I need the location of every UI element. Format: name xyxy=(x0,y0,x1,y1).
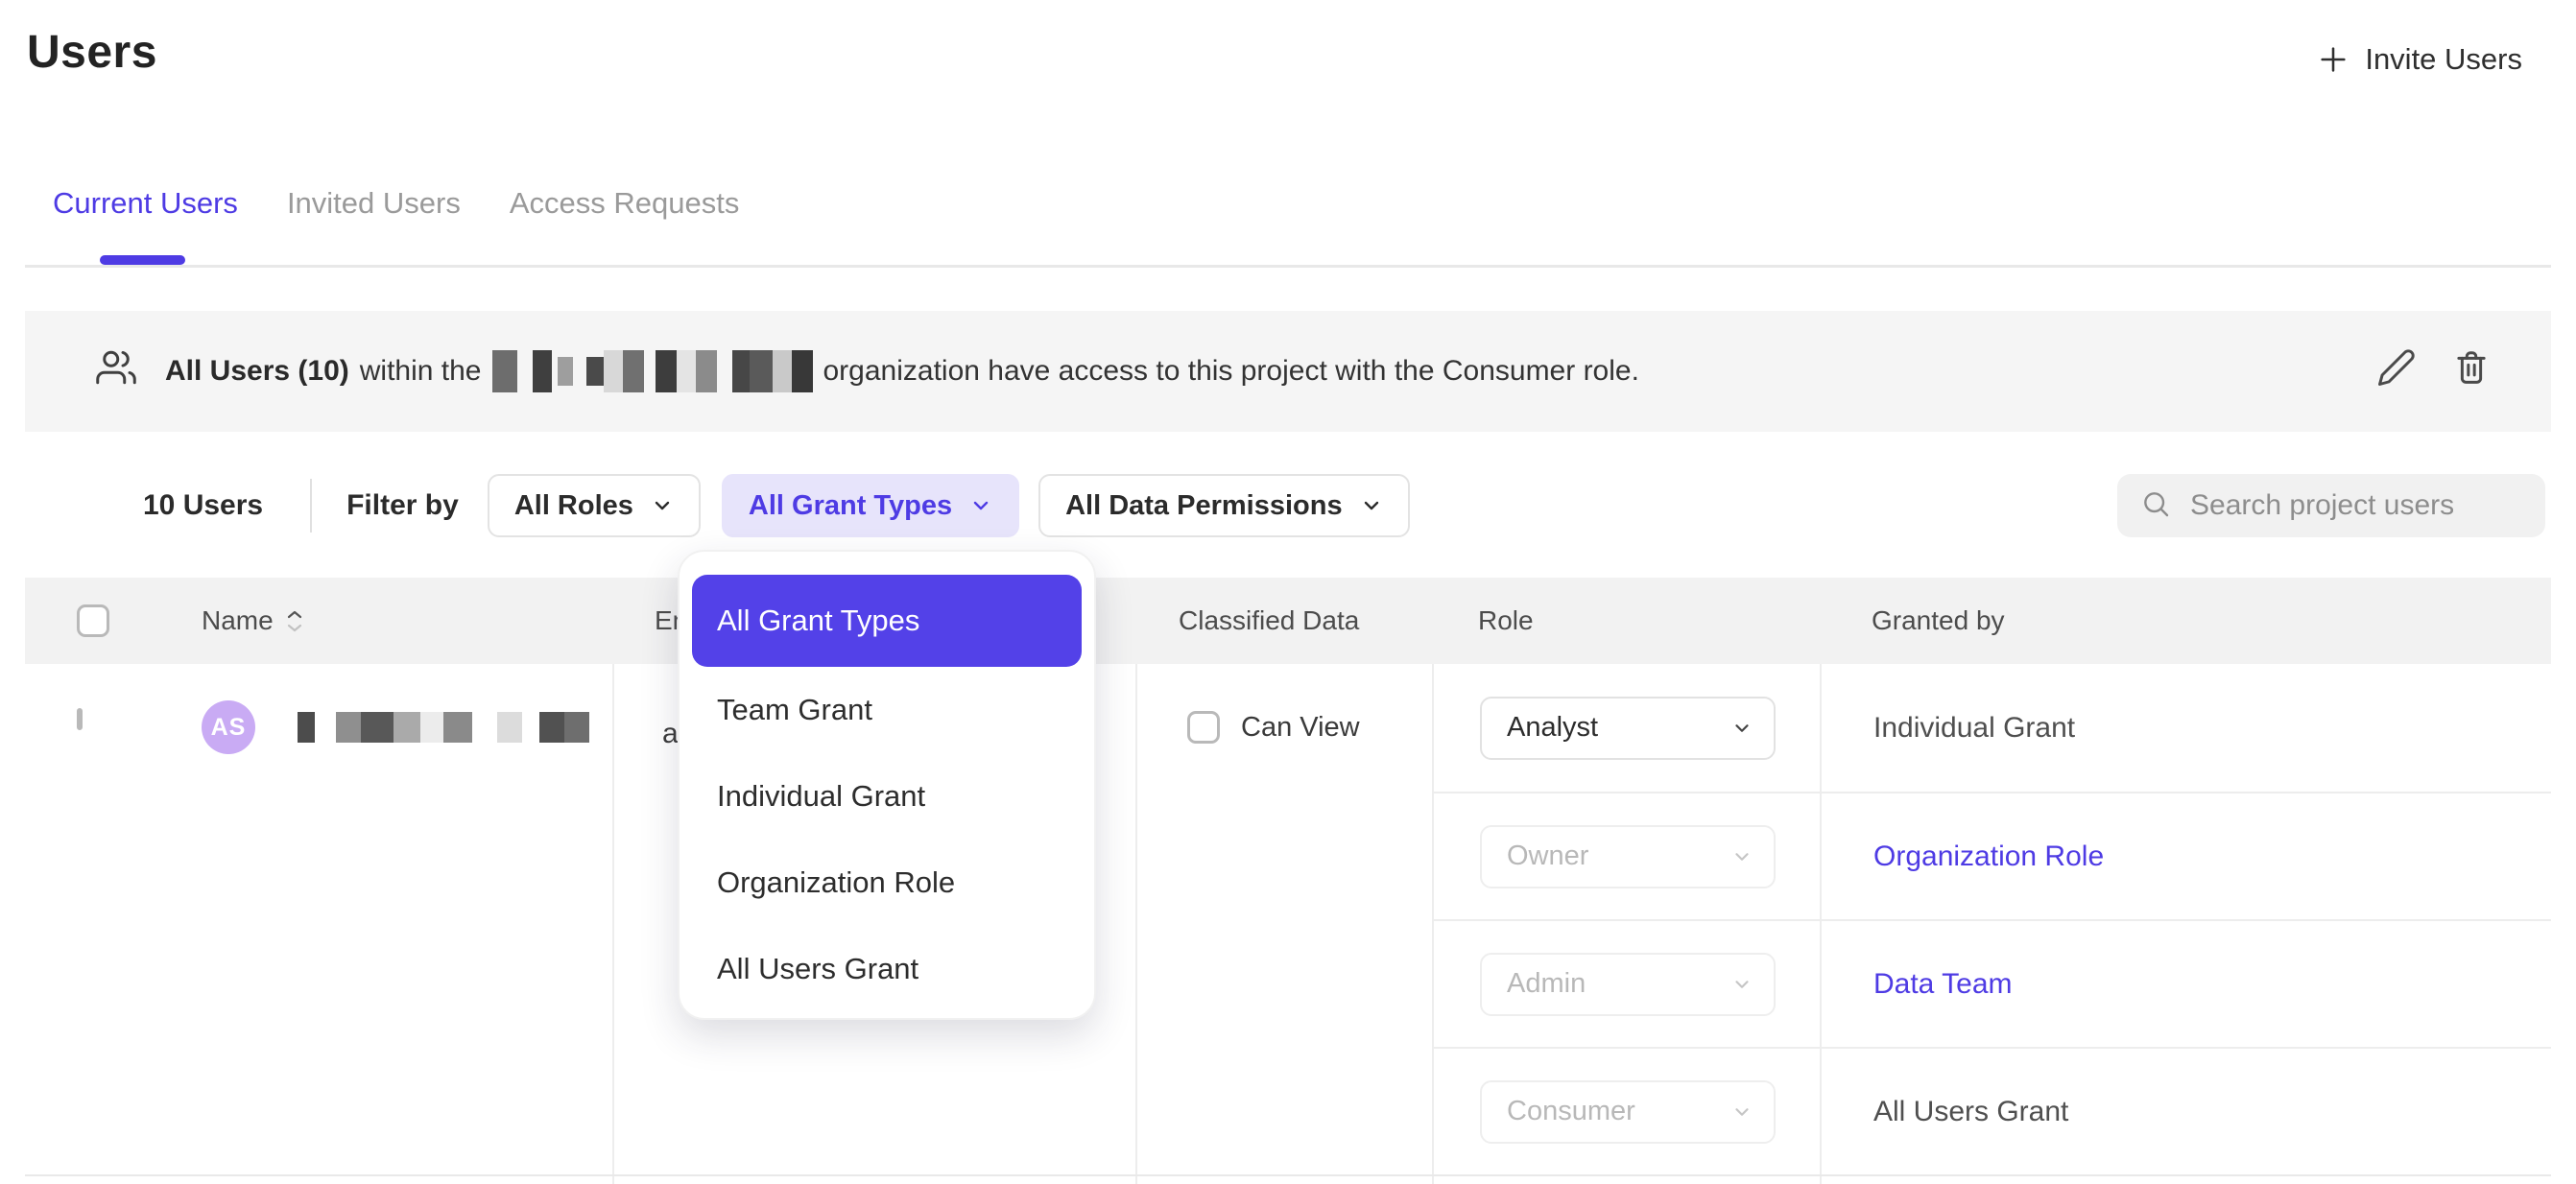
column-header-granted-by: Granted by xyxy=(1820,605,2551,636)
avatar: AS xyxy=(202,700,255,754)
active-tab-underline xyxy=(100,255,185,265)
chevron-down-icon xyxy=(1731,846,1753,867)
granted-by-cell: Individual Grant Organization Role Data … xyxy=(1820,664,2551,1174)
plus-icon xyxy=(2317,43,2349,76)
delete-trash-icon[interactable] xyxy=(2451,347,2492,395)
row-checkbox[interactable] xyxy=(77,708,83,730)
users-page: Users Invite Users Current Users Invited… xyxy=(0,0,2576,1184)
users-count: 10 Users xyxy=(143,489,263,522)
chevron-down-icon xyxy=(1731,974,1753,995)
column-header-name[interactable]: Name xyxy=(140,605,612,636)
invite-users-button[interactable]: Invite Users xyxy=(2317,42,2522,77)
name-cell: AS xyxy=(140,664,612,1174)
menu-item-individual-grant[interactable]: Individual Grant xyxy=(692,753,1082,840)
all-roles-label: All Roles xyxy=(514,490,633,522)
tab-access-requests[interactable]: Access Requests xyxy=(510,187,740,220)
grant-types-menu: All Grant Types Team Grant Individual Gr… xyxy=(678,550,1096,1020)
tab-invited-users[interactable]: Invited Users xyxy=(287,187,461,220)
search-icon xyxy=(2140,488,2171,524)
role-select-owner: Owner xyxy=(1480,825,1776,888)
banner-pre-text: within the xyxy=(360,355,482,388)
granted-by-link[interactable]: Organization Role xyxy=(1873,841,2104,873)
menu-item-all-users-grant[interactable]: All Users Grant xyxy=(692,926,1082,1012)
granted-by-link[interactable]: Data Team xyxy=(1873,968,2013,1001)
role-cell: Analyst Owner Admin xyxy=(1432,664,1820,1174)
banner-actions xyxy=(2376,347,2492,395)
role-select-value: Admin xyxy=(1507,968,1586,1000)
redacted-org-name xyxy=(492,350,813,392)
menu-item-all-grant-types-selected[interactable]: All Grant Types xyxy=(692,575,1082,667)
next-row-partial xyxy=(25,1176,2551,1184)
users-group-icon xyxy=(96,347,136,395)
invite-users-label: Invite Users xyxy=(2365,42,2522,77)
role-select-value: Analyst xyxy=(1507,712,1598,744)
banner-bold-text: All Users (10) xyxy=(165,355,349,388)
all-grant-types-label: All Grant Types xyxy=(749,490,952,522)
sort-icon[interactable] xyxy=(287,610,302,632)
banner-text: All Users (10) within the organization h… xyxy=(165,350,1639,392)
all-data-permissions-label: All Data Permissions xyxy=(1065,490,1343,522)
all-roles-dropdown[interactable]: All Roles xyxy=(488,474,701,537)
column-header-role: Role xyxy=(1432,605,1820,636)
role-select-admin: Admin xyxy=(1480,953,1776,1016)
role-select-value: Owner xyxy=(1507,841,1588,872)
classified-data-cell: Can View xyxy=(1135,664,1432,1174)
search-box xyxy=(2117,474,2545,537)
table-row: AS a Can View Analyst xyxy=(25,664,2551,1176)
page-title: Users xyxy=(27,27,157,79)
chevron-down-icon xyxy=(1360,494,1383,517)
filter-bar: 10 Users Filter by All Roles All Grant T… xyxy=(0,474,2576,537)
menu-item-organization-role[interactable]: Organization Role xyxy=(692,840,1082,926)
users-table: Name Email Classified Data Role Granted … xyxy=(25,578,2551,1184)
column-header-classified: Classified Data xyxy=(1135,605,1432,636)
edit-pencil-icon[interactable] xyxy=(2376,347,2417,395)
banner-post-text: organization have access to this project… xyxy=(823,355,1639,388)
select-all-checkbox[interactable] xyxy=(77,604,109,637)
tab-bar: Current Users Invited Users Access Reque… xyxy=(25,187,2551,268)
chevron-down-icon xyxy=(651,494,674,517)
role-select-analyst[interactable]: Analyst xyxy=(1480,697,1776,760)
tab-current-users[interactable]: Current Users xyxy=(53,187,238,220)
redacted-user-name xyxy=(282,712,589,743)
vertical-divider xyxy=(310,479,312,533)
chevron-down-icon xyxy=(1731,1101,1753,1123)
all-users-banner: All Users (10) within the organization h… xyxy=(25,311,2551,432)
role-select-value: Consumer xyxy=(1507,1096,1635,1127)
page-header: Users Invite Users xyxy=(0,0,2576,79)
granted-by-value: Individual Grant xyxy=(1873,712,2075,745)
menu-item-team-grant[interactable]: Team Grant xyxy=(692,667,1082,753)
chevron-down-icon xyxy=(1731,718,1753,739)
filter-by-label: Filter by xyxy=(346,489,459,522)
granted-by-value: All Users Grant xyxy=(1873,1096,2068,1128)
name-header-label: Name xyxy=(202,605,274,636)
table-header: Name Email Classified Data Role Granted … xyxy=(25,578,2551,664)
can-view-checkbox[interactable] xyxy=(1187,711,1220,744)
search-input[interactable] xyxy=(2190,489,2522,522)
role-select-consumer: Consumer xyxy=(1480,1080,1776,1144)
chevron-down-icon xyxy=(969,494,992,517)
can-view-label: Can View xyxy=(1241,712,1360,744)
all-data-permissions-dropdown[interactable]: All Data Permissions xyxy=(1038,474,1410,537)
all-grant-types-dropdown[interactable]: All Grant Types xyxy=(722,474,1019,537)
